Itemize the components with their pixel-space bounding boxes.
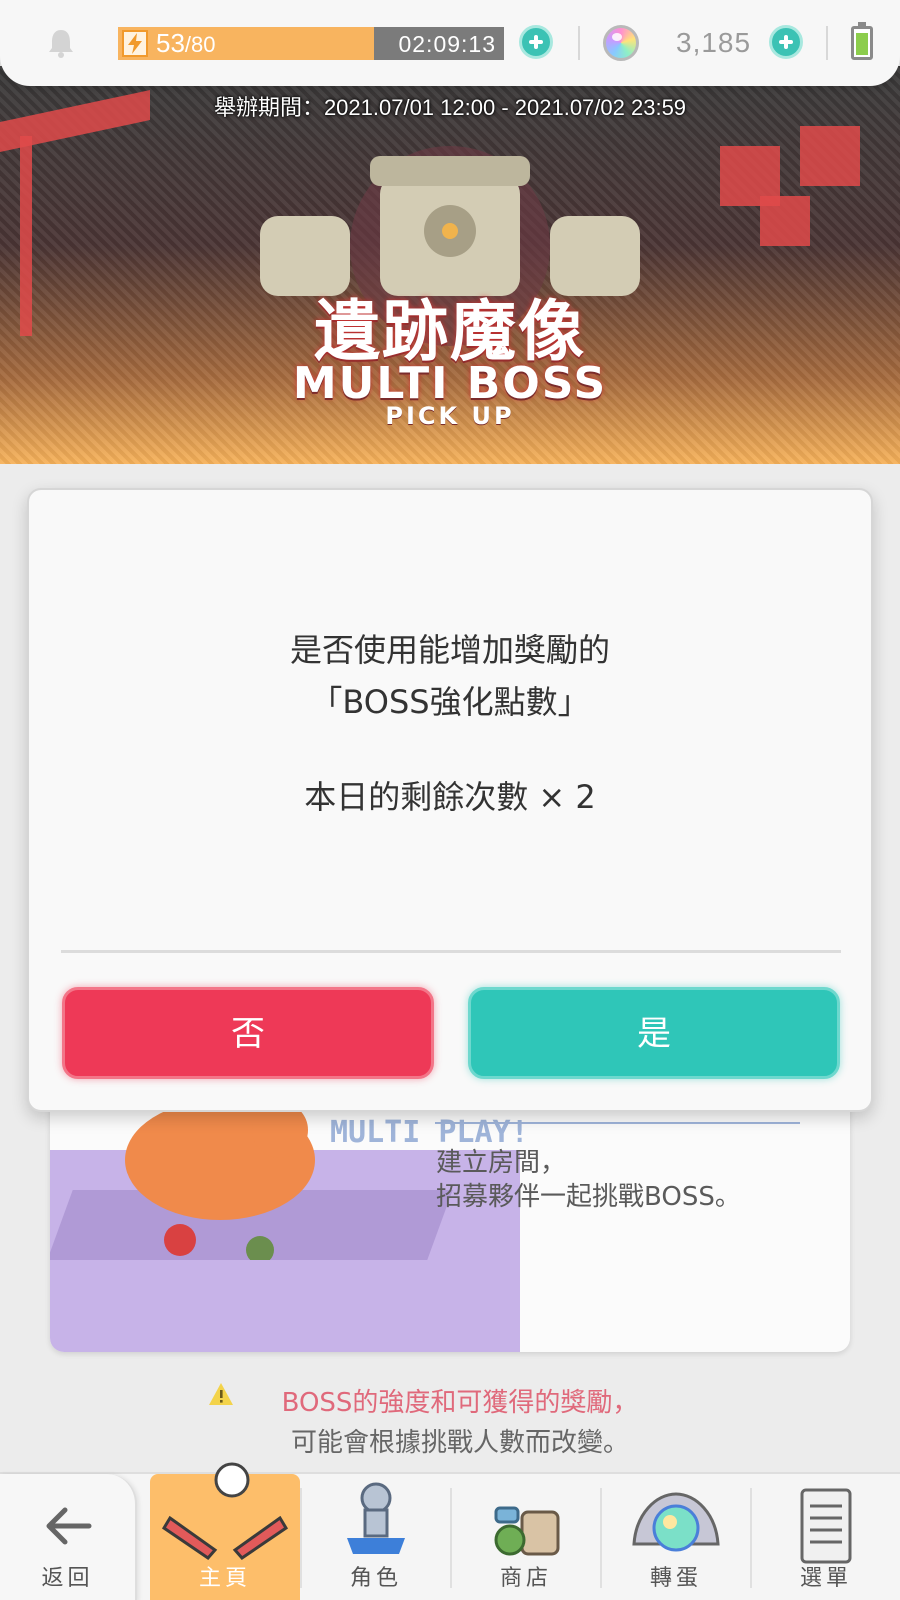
card-desc-line2: 招募夥伴一起挑戰BOSS。 <box>436 1182 741 1212</box>
banner-stripe-right-2 <box>800 126 860 186</box>
event-period: 舉辦期間：2021.07/01 12:00 - 2021.07/02 23:59 <box>213 95 687 120</box>
nav-item-menu[interactable]: 選單 <box>751 1474 900 1600</box>
nav-label-back: 返回 <box>41 1566 94 1591</box>
no-button[interactable]: 否 <box>62 987 434 1079</box>
dragon-art <box>125 1100 315 1260</box>
card-description: 建立房間， 招募夥伴一起挑戰BOSS。 <box>436 1146 741 1214</box>
divider <box>578 26 580 60</box>
card-underline <box>435 1122 800 1124</box>
dialog-question-line2: 「BOSS強化點數」 <box>310 683 590 721</box>
nav-label-home: 主頁 <box>198 1566 251 1591</box>
pinball-flipper-icon <box>161 1462 289 1560</box>
nav-label-gacha: 轉蛋 <box>649 1566 702 1591</box>
screen: 舉辦期間：2021.07/01 12:00 - 2021.07/02 23:59… <box>0 0 900 1600</box>
stamina-max: /80 <box>184 32 216 57</box>
divider <box>826 26 828 60</box>
stamina-value: 53/80 <box>156 28 216 59</box>
nav-item-character[interactable]: 角色 <box>301 1474 451 1600</box>
shop-bag-icon <box>494 1506 560 1556</box>
bottom-nav: 返回 主頁 角色 商店 轉蛋 選單 <box>0 1462 900 1600</box>
warning-text-line1: BOSS的強度和可獲得的獎勵， <box>281 1388 639 1418</box>
top-status-bar: 53/80 02:09:13 3,185 <box>0 0 900 86</box>
lightning-icon <box>122 30 148 57</box>
boost-points-dialog: 是否使用能增加獎勵的 「BOSS強化點數」 本日的剩餘次數 × 2 否 是 <box>27 488 873 1112</box>
nav-item-gacha[interactable]: 轉蛋 <box>601 1474 751 1600</box>
gacha-orb-icon <box>632 1492 720 1552</box>
yes-button[interactable]: 是 <box>468 987 840 1079</box>
warning-text-line2: 可能會根據挑戰人數而改變。 <box>290 1428 629 1458</box>
dialog-divider <box>61 950 841 953</box>
stamina-timer: 02:09:13 <box>398 31 496 57</box>
event-banner[interactable]: 舉辦期間：2021.07/01 12:00 - 2021.07/02 23:59… <box>0 66 900 464</box>
nav-back-button[interactable]: 返回 <box>0 1474 137 1600</box>
menu-list-icon <box>800 1488 852 1564</box>
character-icon <box>347 1482 405 1554</box>
banner-stripe-right-3 <box>760 196 810 246</box>
nav-label-shop: 商店 <box>499 1566 552 1591</box>
battery-level <box>856 33 868 55</box>
nav-label-menu: 選單 <box>799 1566 852 1591</box>
bell-icon[interactable] <box>44 26 78 60</box>
add-stamina-button[interactable] <box>519 25 553 59</box>
remaining-count: 本日的剩餘次數 × 2 <box>304 778 596 816</box>
nav-item-shop[interactable]: 商店 <box>451 1474 601 1600</box>
gem-icon <box>603 25 639 61</box>
nav-label-character: 角色 <box>349 1566 402 1591</box>
dialog-question-line1: 是否使用能增加獎勵的 <box>289 631 610 669</box>
add-gem-button[interactable] <box>769 25 803 59</box>
stamina-bar: 53/80 02:09:13 <box>118 27 504 60</box>
nav-item-home[interactable]: 主頁 <box>150 1462 300 1600</box>
gem-count: 3,185 <box>676 27 752 58</box>
battery-icon <box>851 22 873 60</box>
back-arrow-icon <box>46 1507 91 1545</box>
pickup-label: PICK UP <box>385 402 515 430</box>
card-desc-line1: 建立房間， <box>436 1148 567 1178</box>
dialog-question: 是否使用能增加獎勵的 「BOSS強化點數」 <box>29 624 871 728</box>
multi-play-art-text: MULTI PLAY! <box>330 1115 529 1150</box>
stamina-current: 53 <box>156 28 185 58</box>
